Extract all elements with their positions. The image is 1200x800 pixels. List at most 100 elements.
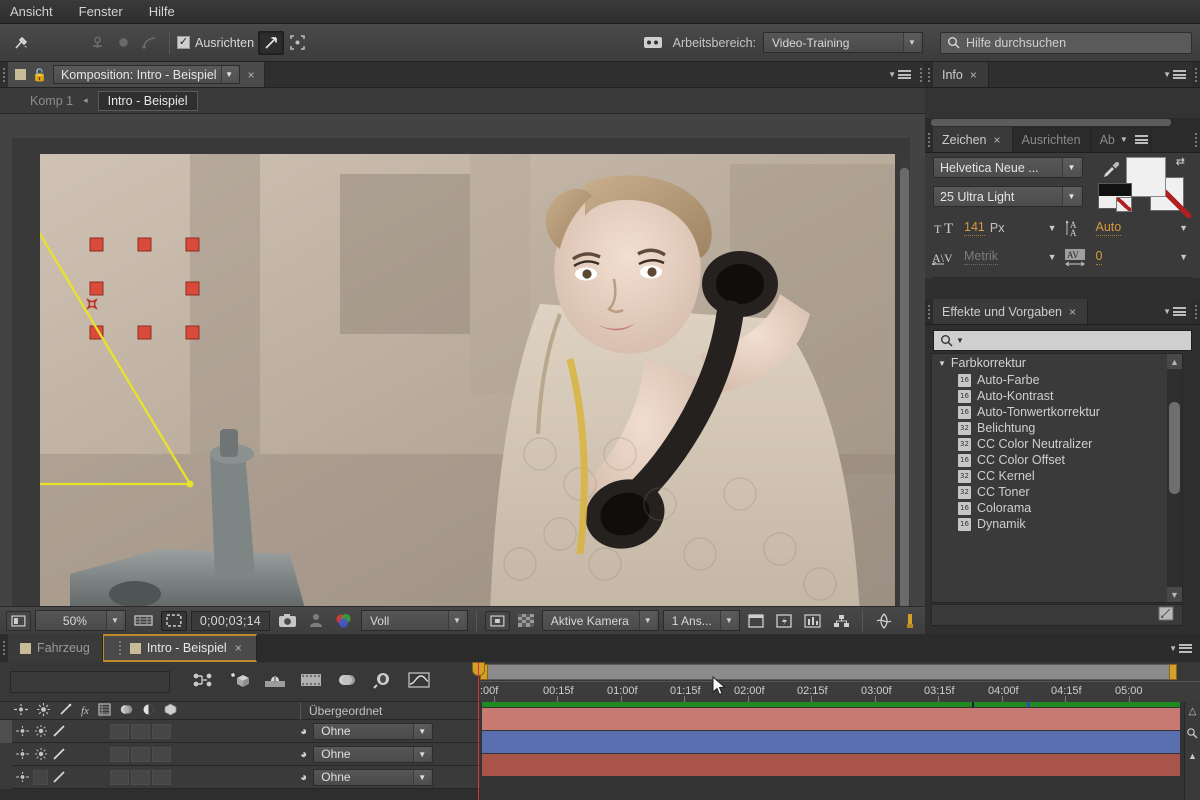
chevron-down-icon[interactable]: ▼ — [413, 747, 430, 762]
effects-list-item[interactable]: 16Auto-Tonwertkorrektur — [932, 404, 1182, 420]
tab-effekte-und-vorgaben[interactable]: Effekte und Vorgaben × — [933, 299, 1088, 324]
tab-info[interactable]: Info × — [933, 62, 989, 87]
panel-menu-icon[interactable] — [1173, 307, 1186, 316]
views-dropdown[interactable]: 1 Ans... ▼ — [663, 610, 740, 631]
scrollbar-thumb[interactable] — [1169, 402, 1180, 494]
solo-toggle-icon[interactable] — [51, 770, 66, 785]
parent-cell[interactable]: ◕Ohne▼ — [300, 769, 433, 786]
parent-pickwhip-icon[interactable]: ◕ — [300, 747, 307, 761]
chevron-down-icon[interactable]: ▼ — [1179, 223, 1194, 233]
panel-menu-icon[interactable] — [1179, 644, 1192, 653]
chevron-down-icon[interactable]: ▼ — [1048, 223, 1063, 233]
resolution-dropdown[interactable]: Voll ▼ — [361, 610, 468, 631]
effects-list-item[interactable]: 16Dynamik — [932, 516, 1182, 532]
chevron-down-icon[interactable]: ▼ — [221, 66, 237, 83]
transform-arrow-icon[interactable] — [258, 31, 284, 55]
chevron-down-icon[interactable]: ▼ — [1048, 252, 1063, 262]
camera-dropdown[interactable]: Aktive Kamera ▼ — [542, 610, 659, 631]
mask-feather-dot-icon[interactable] — [110, 31, 136, 55]
effects-list-item[interactable]: 32CC Toner — [932, 484, 1182, 500]
menu-item-ansicht[interactable]: Ansicht — [10, 4, 53, 19]
channels-rgb-icon[interactable] — [331, 611, 357, 631]
tracking-value[interactable]: 0 — [1096, 249, 1103, 265]
effects-group-farbkorrektur[interactable]: ▼ Farbkorrektur — [932, 354, 1182, 372]
exposure-reset-icon[interactable] — [871, 611, 897, 631]
effects-list-item[interactable]: 16Colorama — [932, 500, 1182, 516]
tab-ausrichten[interactable]: Ausrichten — [1013, 127, 1091, 152]
chevron-down-icon[interactable]: ▼ — [448, 611, 465, 630]
solo-toggle-icon[interactable] — [51, 747, 66, 762]
effects-list-item[interactable]: 16Auto-Kontrast — [932, 388, 1182, 404]
audio-toggle-empty[interactable] — [33, 770, 48, 785]
region-of-interest-icon[interactable] — [161, 611, 187, 631]
effects-list-item[interactable]: 16Auto-Farbe — [932, 372, 1182, 388]
comp-marker-icon[interactable]: △ — [1185, 702, 1200, 720]
workspace-dropdown[interactable]: Video-Training ▼ — [763, 32, 923, 53]
chevron-down-icon[interactable]: ▼ — [413, 724, 430, 739]
current-timecode[interactable]: 0;00;03;14 — [191, 611, 270, 631]
effects-list-item[interactable]: 32CC Kernel — [932, 468, 1182, 484]
chevron-down-icon[interactable]: ▼ — [1062, 158, 1080, 177]
anchor-point-tool-icon[interactable] — [84, 31, 110, 55]
timeline-clip-bar[interactable] — [482, 754, 1180, 776]
scrollbar-thumb[interactable] — [931, 119, 1171, 126]
parent-pickwhip-icon[interactable]: ◕ — [300, 770, 307, 784]
effects-list-item[interactable]: 32CC Color Neutralizer — [932, 436, 1182, 452]
font-size-value[interactable]: 141 — [964, 220, 985, 236]
panel-menu-arrow-icon[interactable]: ▼ — [1120, 135, 1128, 144]
composition-viewer[interactable] — [0, 114, 925, 662]
snap-checkbox-group[interactable]: ✓ Ausrichten — [177, 36, 254, 50]
brainstorm-icon[interactable] — [372, 672, 394, 692]
panel-grip[interactable] — [0, 62, 8, 87]
timeline-tab-intro-beispiel[interactable]: Intro - Beispiel × — [103, 634, 257, 662]
parent-pickwhip-icon[interactable]: ◕ — [300, 724, 307, 738]
fast-previews-icon[interactable] — [772, 611, 796, 631]
lock-icon[interactable]: 🔓 — [32, 68, 47, 82]
work-area-end-handle[interactable] — [1169, 664, 1177, 680]
video-toggle-icon[interactable] — [15, 770, 30, 785]
chevron-down-icon[interactable]: ▼ — [956, 336, 964, 345]
panel-grip[interactable] — [116, 641, 124, 655]
fill-color-swatch[interactable] — [1126, 157, 1166, 197]
composition-selector[interactable]: Komposition: Intro - Beispiel ▼ — [53, 65, 240, 84]
font-family-dropdown[interactable]: Helvetica Neue ... ▼ — [933, 157, 1083, 178]
video-toggle-icon[interactable] — [15, 724, 30, 739]
composition-canvas[interactable] — [12, 138, 910, 638]
exposure-value-icon[interactable] — [901, 611, 919, 631]
panel-grip-right[interactable] — [1192, 62, 1200, 87]
draft-3d-icon[interactable] — [264, 672, 286, 691]
chevron-down-icon[interactable]: ▼ — [1062, 187, 1080, 206]
layer-select-marker[interactable] — [0, 766, 12, 789]
font-style-dropdown[interactable]: 25 Ultra Light ▼ — [933, 186, 1083, 207]
effects-list-item[interactable]: 32Belichtung — [932, 420, 1182, 436]
timeline-tab-fahrzeug[interactable]: Fahrzeug — [8, 634, 103, 662]
graph-editor-icon[interactable] — [408, 672, 430, 691]
panel-grip[interactable] — [925, 127, 933, 152]
toggle-mask-icon[interactable] — [485, 611, 510, 631]
solo-toggle-icon[interactable] — [51, 724, 66, 739]
panel-menu-icon[interactable] — [1173, 70, 1186, 79]
help-search-input[interactable]: Hilfe durchsuchen — [940, 32, 1192, 54]
menu-item-fenster[interactable]: Fenster — [79, 4, 123, 19]
transparency-grid-icon[interactable] — [514, 611, 538, 631]
new-folder-icon[interactable] — [1158, 606, 1174, 624]
info-scrollbar[interactable] — [925, 118, 1200, 127]
panel-grip[interactable] — [0, 634, 8, 662]
parent-cell[interactable]: ◕Ohne▼ — [300, 746, 433, 763]
no-fill-icon[interactable] — [1116, 197, 1132, 212]
parent-cell[interactable]: ◕Ohne▼ — [300, 723, 433, 740]
timeline-track-area[interactable]: △ ▲ — [480, 702, 1200, 800]
layer-select-marker[interactable] — [0, 720, 12, 743]
frame-blend-icon[interactable] — [336, 672, 358, 691]
close-icon[interactable]: × — [233, 641, 244, 655]
timeline-ruler[interactable]: :00f00:15f01:00f01:15f02:00f02:15f03:00f… — [480, 662, 1200, 702]
scroll-up-icon[interactable]: ▲ — [1167, 354, 1182, 369]
timeline-graph-icon[interactable] — [800, 611, 825, 631]
close-icon[interactable]: × — [1067, 305, 1078, 319]
layer-switch-boxes[interactable] — [110, 724, 171, 739]
scroll-up-icon[interactable]: ▲ — [1185, 746, 1200, 766]
composition-tab[interactable]: 🔓 Komposition: Intro - Beispiel ▼ × — [8, 62, 265, 87]
timeline-timecode-field[interactable] — [10, 671, 170, 693]
chevron-down-icon[interactable]: ▼ — [1179, 252, 1194, 262]
layer-switch-boxes[interactable] — [110, 770, 171, 785]
